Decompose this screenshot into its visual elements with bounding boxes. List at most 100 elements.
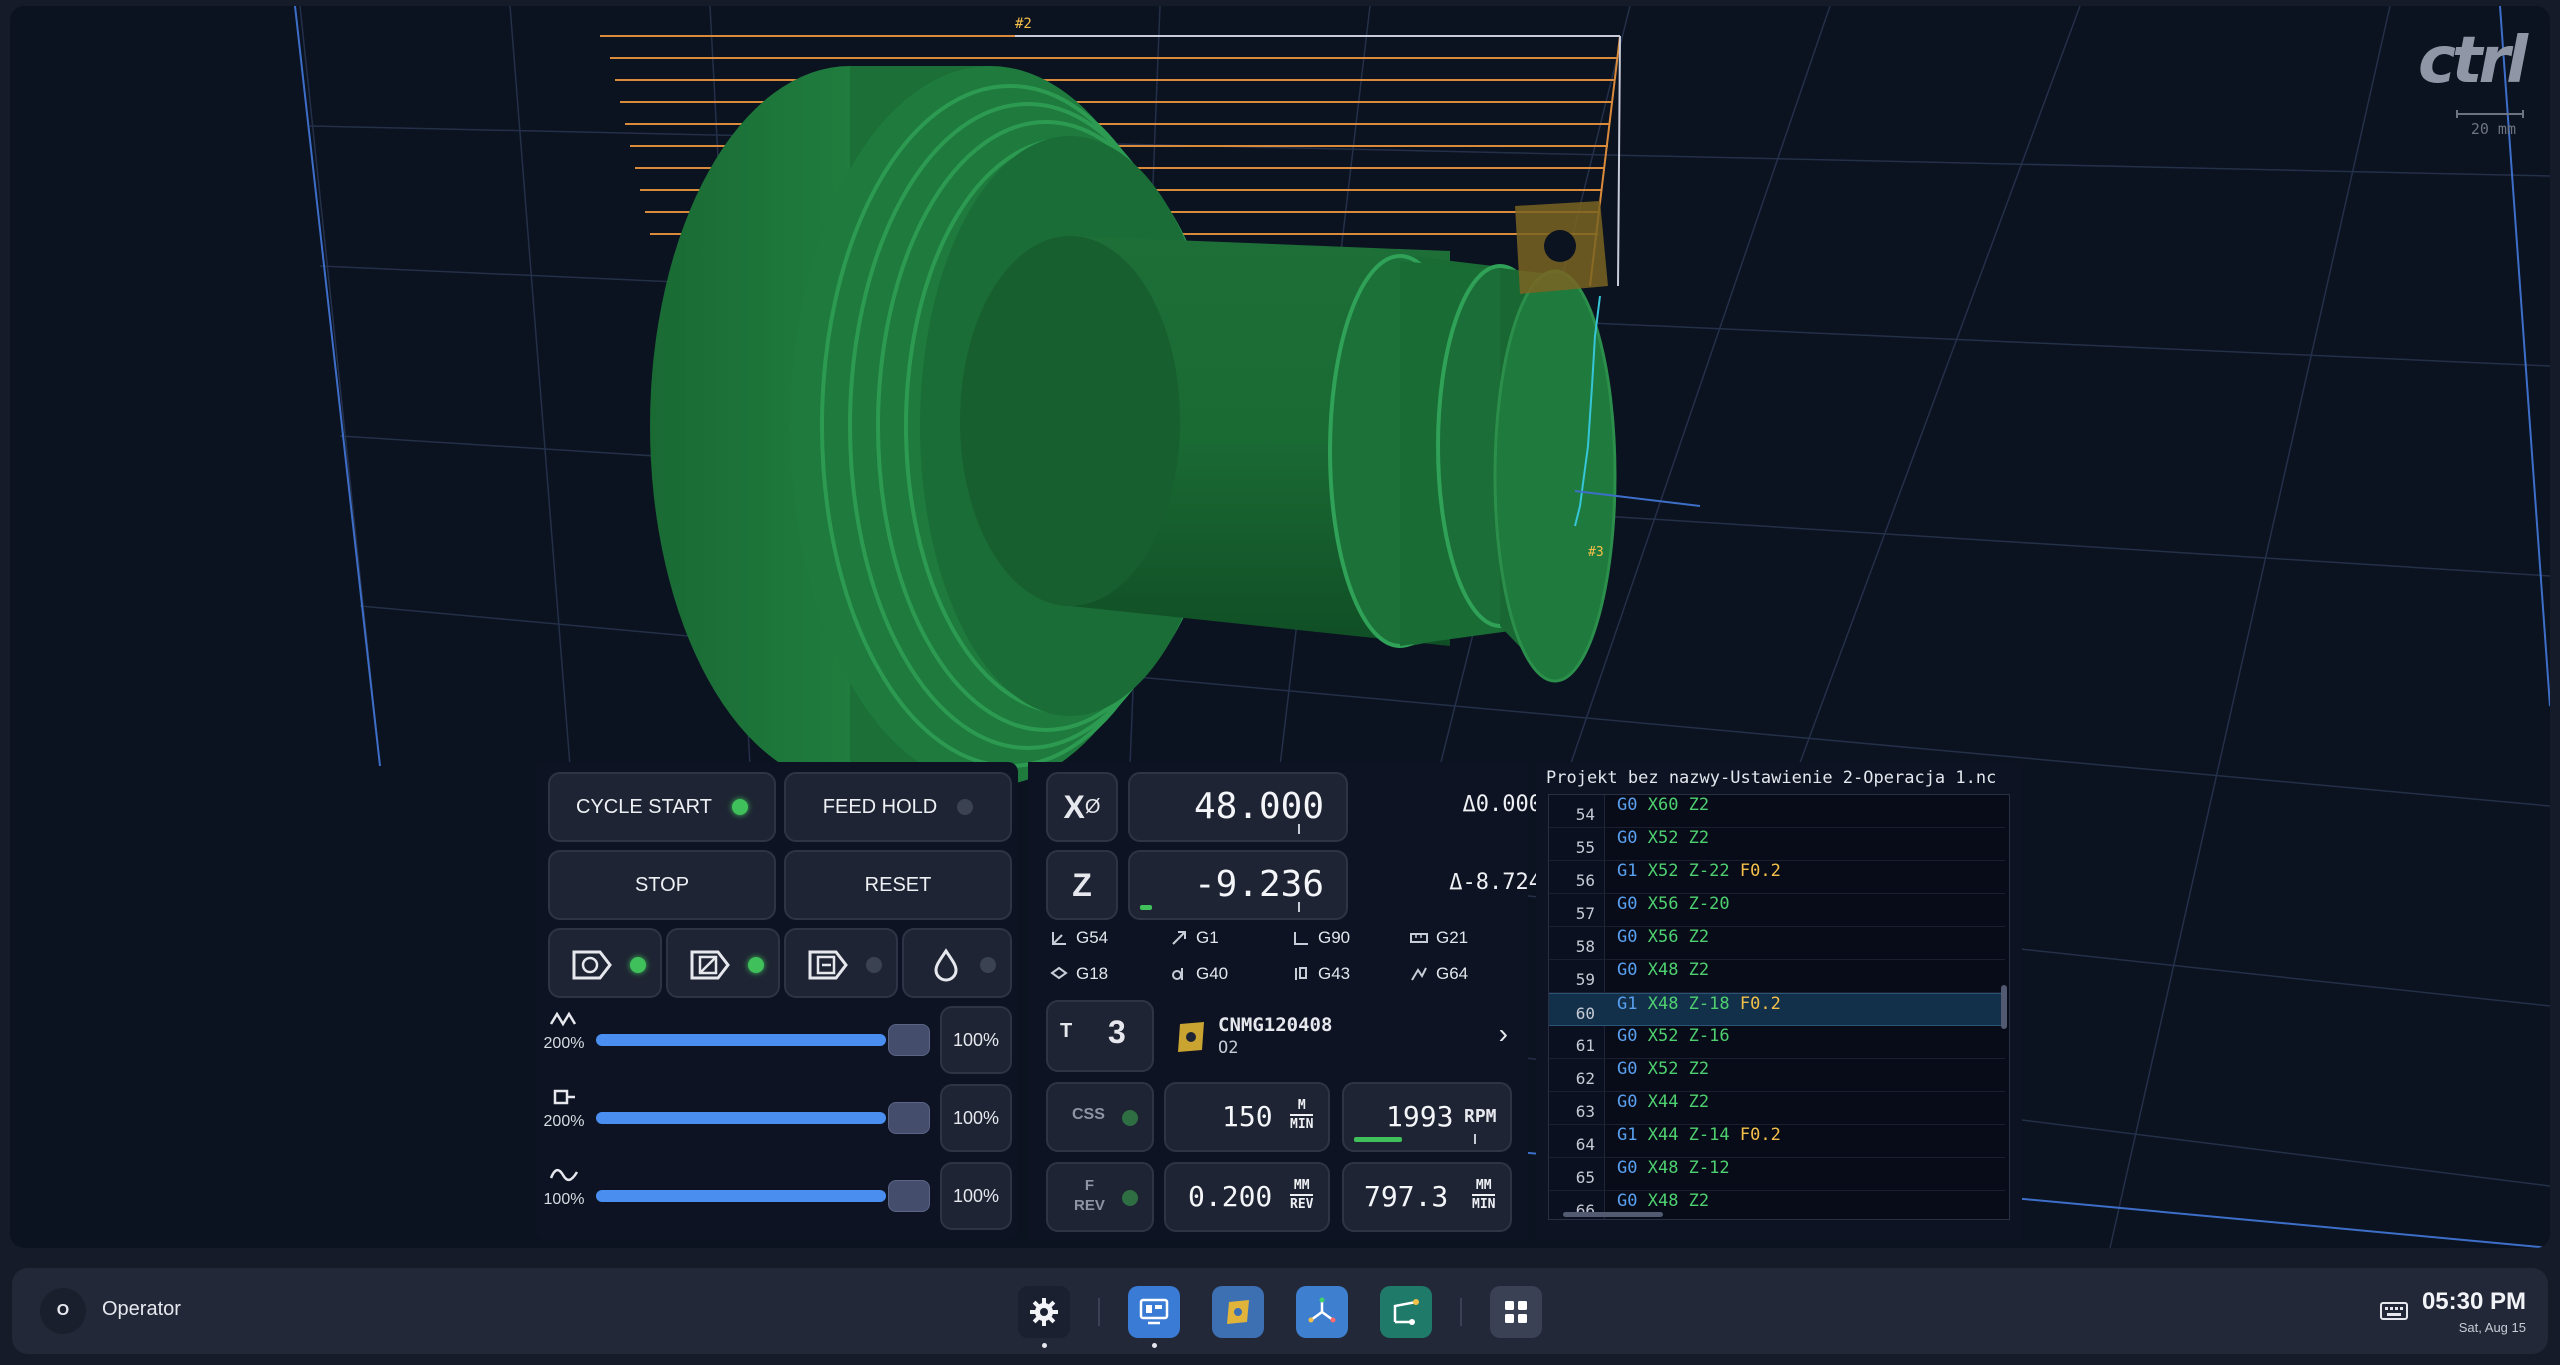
spindle-rpm-value: 1993 <box>1386 1100 1454 1133</box>
feed-per-rev: 0.200 MM REV <box>1164 1162 1330 1232</box>
gcode-text: G0 X48 Z-12 <box>1617 1158 1730 1178</box>
line-number: 57 <box>1575 904 1595 923</box>
user-name[interactable]: Operator <box>102 1298 181 1321</box>
clock[interactable]: 05:30 PM Sat, Aug 15 <box>2422 1288 2526 1335</box>
line-number: 56 <box>1575 871 1595 890</box>
cutter-comp-code: G40 <box>1170 964 1228 984</box>
gcode-text: G0 X52 Z-16 <box>1617 1026 1730 1046</box>
app-grid-button[interactable] <box>1490 1286 1542 1338</box>
rpm-unit: RPM <box>1464 1106 1497 1127</box>
x-axis-button[interactable]: XØ <box>1046 772 1118 842</box>
feed-per-rev-unit: MM REV <box>1290 1178 1314 1212</box>
css-toggle[interactable]: CSS <box>1046 1082 1154 1152</box>
avatar[interactable]: O <box>40 1288 86 1334</box>
rapid-icon: 200% <box>542 1010 586 1053</box>
reset-button[interactable]: RESET <box>784 850 1012 920</box>
z-position: -9.236 <box>1128 850 1348 920</box>
css-led <box>1122 1110 1138 1126</box>
grid-icon <box>1505 1301 1527 1323</box>
feed-hold-button[interactable]: FEED HOLD <box>784 772 1012 842</box>
single-block-icon <box>572 950 612 980</box>
z-axis-button[interactable]: Z <box>1046 850 1118 920</box>
gcode-line[interactable]: 62 G0 X52 Z2 <box>1549 1059 2005 1092</box>
gcode-text: G0 X52 Z2 <box>1617 1059 1710 1079</box>
gcode-line[interactable]: 63 G0 X44 Z2 <box>1549 1092 2005 1125</box>
rapid-slider-track[interactable] <box>596 1034 886 1046</box>
rapid-slider-thumb[interactable] <box>888 1024 930 1056</box>
horizontal-scrollbar[interactable] <box>1563 1212 1663 1217</box>
line-number: 63 <box>1575 1102 1595 1121</box>
program-filename: Projekt bez nazwy-Ustawienie 2-Operacja … <box>1546 768 1997 788</box>
gcode-line[interactable]: 56 G1 X52 Z-22 F0.2 <box>1549 861 2005 894</box>
feed-per-min-value: 797.3 <box>1364 1180 1449 1213</box>
clock-time: 05:30 PM <box>2421 1288 2526 1315</box>
spindle-slider-thumb[interactable] <box>888 1102 930 1134</box>
tool-number: 3 <box>1108 1014 1126 1050</box>
coolant-toggle[interactable] <box>902 928 1012 998</box>
clock-date: Sat, Aug 15 <box>2458 1320 2526 1335</box>
current-gcode-line[interactable]: 60 G1 X48 Z-18 F0.2 <box>1549 993 2005 1026</box>
settings-app[interactable] <box>1018 1286 1070 1348</box>
optional-stop-icon <box>808 950 848 980</box>
keyboard-icon[interactable] <box>2380 1300 2408 1327</box>
gcode-line[interactable]: 57 G0 X56 Z-20 <box>1549 894 2005 927</box>
spindle-icon: 200% <box>542 1088 586 1131</box>
gcode-listing[interactable]: 54 G0 X60 Z2 55 G0 X52 Z2 56 G1 X52 Z-22 F0.2… <box>1548 794 2010 1220</box>
tool-selector[interactable]: T 3 CNMG120408 O2 › <box>1046 1000 1516 1074</box>
gcode-line[interactable]: 65 G0 X48 Z-12 <box>1549 1158 2005 1191</box>
cycle-start-button[interactable]: CYCLE START <box>548 772 776 842</box>
cycle-start-label: CYCLE START <box>576 795 712 818</box>
tool-label: T <box>1060 1020 1073 1042</box>
axes-app[interactable] <box>1296 1286 1348 1338</box>
monitor-icon <box>1139 1298 1169 1325</box>
spindle-override: 200% 100% <box>542 1084 1012 1152</box>
line-number: 55 <box>1575 838 1595 857</box>
gcode-line[interactable]: 54 G0 X60 Z2 <box>1549 795 2005 828</box>
single-block-toggle[interactable] <box>548 928 662 998</box>
path-mode-code: G64 <box>1410 964 1468 984</box>
gcode-line[interactable]: 64 G1 X44 Z-14 F0.2 <box>1549 1125 2005 1158</box>
block-skip-toggle[interactable] <box>666 928 780 998</box>
stop-label: STOP <box>634 873 690 896</box>
spindle-value-button[interactable]: 100% <box>940 1084 1012 1152</box>
marker-3: #3 <box>1588 545 1604 560</box>
scale-label: 20 mm <box>2470 120 2516 138</box>
spindle-rpm: 1993 RPM <box>1342 1082 1512 1152</box>
monitor-app[interactable] <box>1128 1286 1180 1348</box>
feed-hold-label: FEED HOLD <box>822 795 938 818</box>
tool-number-box[interactable]: T 3 <box>1046 1000 1154 1072</box>
vertical-scrollbar[interactable] <box>2001 985 2007 1029</box>
x-position: 48.000 <box>1128 772 1348 842</box>
gcode-line[interactable]: 61 G0 X52 Z-16 <box>1549 1026 2005 1059</box>
absolute-icon <box>1294 932 1308 945</box>
line-number: 60 <box>1575 1004 1595 1023</box>
rapid-max-label: 200% <box>543 1035 585 1052</box>
gcode-text: G0 X56 Z2 <box>1617 927 1710 947</box>
toolpath-app[interactable] <box>1380 1286 1432 1338</box>
spindle-slider-track[interactable] <box>596 1112 886 1124</box>
feed-per-rev-value: 0.200 <box>1188 1180 1273 1213</box>
comp-icon <box>1172 968 1183 980</box>
machine-controls: CYCLE START FEED HOLD STOP RESET 200% 10… <box>536 762 1018 1240</box>
tools-app[interactable] <box>1212 1286 1264 1338</box>
feed-slider-track[interactable] <box>596 1190 886 1202</box>
line-number: 58 <box>1575 937 1595 956</box>
stop-button[interactable]: STOP <box>548 850 776 920</box>
path-blend-icon <box>1411 967 1427 981</box>
chevron-right-icon[interactable]: › <box>1499 1018 1508 1050</box>
optional-stop-toggle[interactable] <box>784 928 898 998</box>
gcode-line[interactable]: 58 G0 X56 Z2 <box>1549 927 2005 960</box>
gcode-text: G0 X48 Z2 <box>1617 1191 1710 1211</box>
feed-per-min: 797.3 MM MIN <box>1342 1162 1512 1232</box>
gear-icon <box>1030 1298 1058 1326</box>
feed-mode-toggle[interactable]: F REV <box>1046 1162 1154 1232</box>
feed-mode-led <box>1122 1190 1138 1206</box>
line-number: 54 <box>1575 805 1595 824</box>
rapid-value-button[interactable]: 100% <box>940 1006 1012 1074</box>
optional-stop-led <box>866 957 882 973</box>
feed-slider-thumb[interactable] <box>888 1180 930 1212</box>
z-position-value: -9.236 <box>1193 864 1324 905</box>
gcode-line[interactable]: 55 G0 X52 Z2 <box>1549 828 2005 861</box>
gcode-line[interactable]: 59 G0 X48 Z2 <box>1549 960 2005 993</box>
feed-value-button[interactable]: 100% <box>940 1162 1012 1230</box>
